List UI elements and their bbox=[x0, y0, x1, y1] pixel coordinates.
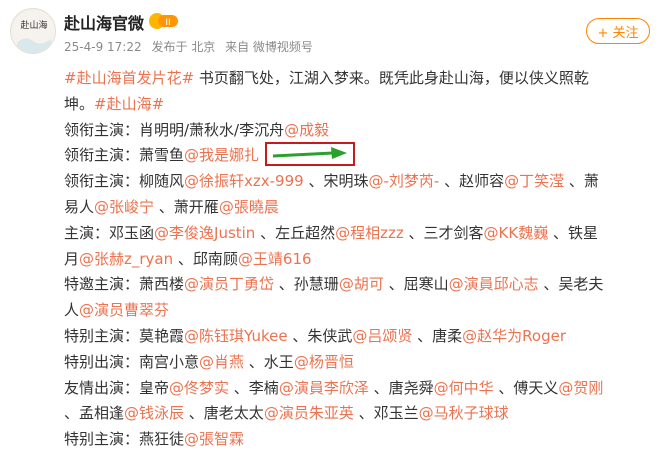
mention-link[interactable]: @何中华 bbox=[434, 379, 494, 397]
mention-link[interactable]: @张峻宁 bbox=[94, 198, 154, 216]
green-arrow-icon bbox=[272, 146, 348, 159]
mention-link[interactable]: @KK魏巍 bbox=[484, 224, 549, 242]
mention-link[interactable]: @钱泳辰 bbox=[124, 404, 184, 422]
mention-link[interactable]: @演员丁勇岱 bbox=[184, 275, 274, 293]
mention-link[interactable]: @佟梦实 bbox=[169, 379, 229, 397]
mention-link[interactable]: @演員邱心志 bbox=[449, 275, 539, 293]
content-text: 领衔主演：萧雪鱼 bbox=[64, 146, 185, 165]
content-text: 领衔主演：肖明明/萧秋水/李沉舟 bbox=[64, 120, 285, 139]
mention-link[interactable]: @杨晋恒 bbox=[294, 353, 354, 371]
svg-text:赴山海: 赴山海 bbox=[20, 19, 47, 31]
content-text: 易人 bbox=[64, 197, 95, 216]
content-text: 、唐尧舜 bbox=[368, 378, 434, 397]
mention-link[interactable]: @我是娜扎 bbox=[184, 146, 259, 164]
mention-link[interactable]: @徐振轩xzx-999 bbox=[184, 172, 304, 190]
mention-link[interactable]: @李俊逸Justin bbox=[154, 224, 255, 242]
content-text: 、萧 bbox=[564, 172, 599, 191]
mention-link[interactable]: @-刘梦芮- bbox=[368, 172, 439, 190]
content-text: 、水王 bbox=[244, 352, 294, 371]
avatar-image: 赴山海 bbox=[12, 10, 55, 53]
avatar[interactable]: 赴山海 bbox=[10, 8, 56, 54]
content-text: 、孙慧珊 bbox=[274, 275, 339, 294]
content-text: 特别主演：莫艳霞 bbox=[64, 326, 185, 345]
highlight-box bbox=[265, 141, 356, 166]
content-text: 特别出演：南宫小意 bbox=[64, 352, 200, 371]
mention-link[interactable]: @張智霖 bbox=[184, 430, 244, 448]
post-header: 赴山海官微 II 25-4-9 17:22 发布于 北京 来自 微博视频号 + … bbox=[64, 8, 660, 58]
content-text: 、邱南顾 bbox=[173, 249, 238, 268]
mention-link[interactable]: @肖燕 bbox=[199, 353, 244, 371]
post-location: 发布于 北京 bbox=[151, 40, 216, 54]
content-text: 人 bbox=[64, 301, 80, 320]
content-line: 友情出演：皇帝@佟梦实 、李楠@演員李欣泽 、唐尧舜@何中华 、傅天义@贺刚 bbox=[64, 376, 654, 402]
content-line: 特邀主演：萧西楼@演员丁勇岱 、孙慧珊@胡可 、屈寒山@演員邱心志 、吴老夫 bbox=[64, 272, 654, 298]
content-text: 特别主演：燕狂徒 bbox=[64, 430, 185, 449]
content-text: 特邀主演：萧西楼 bbox=[64, 275, 185, 294]
content-text: 、屈寒山 bbox=[383, 275, 449, 294]
mention-link[interactable]: @演員李欣泽 bbox=[279, 379, 369, 397]
content-text: 主演：邓玉函 bbox=[64, 223, 155, 242]
post-content: #赴山海首发片花# 书页翻飞处，江湖入梦来。既凭此身赴山海，便以侠义照乾 坤。#… bbox=[64, 66, 654, 453]
vip-badge-icon: II bbox=[149, 13, 178, 29]
mention-link[interactable]: @程相zzz bbox=[335, 224, 404, 242]
mention-link[interactable]: @吕颂贤 bbox=[352, 327, 412, 345]
post-source: 来自 微博视频号 bbox=[225, 40, 313, 54]
content-line: 特别主演：莫艳霞@陈钰琪Yukee 、朱侠武@吕颂贤 、唐柔@赵华为Roger bbox=[64, 324, 654, 350]
mention-link[interactable]: @赵华为Roger bbox=[462, 327, 566, 345]
content-line: 领衔主演：肖明明/萧秋水/李沉舟@成毅 bbox=[64, 118, 654, 144]
mention-link[interactable]: @陈钰琪Yukee bbox=[184, 327, 288, 345]
svg-text:II: II bbox=[165, 18, 170, 28]
content-text: 月 bbox=[64, 249, 80, 268]
mention-link[interactable]: @胡可 bbox=[339, 275, 384, 293]
content-text: 友情出演：皇帝 bbox=[64, 378, 170, 397]
content-text: 、邓玉兰 bbox=[353, 404, 419, 423]
content-text: 书页翻飞处，江湖入梦来。既凭此身赴山海，便以侠义照乾 bbox=[194, 69, 589, 87]
content-text: 、左丘超然 bbox=[255, 223, 336, 242]
mention-link[interactable]: @演员朱亚英 bbox=[264, 404, 354, 422]
content-line: 易人@张峻宁 、萧开雁@張曉晨 bbox=[64, 195, 654, 221]
post-meta: 25-4-9 17:22 发布于 北京 来自 微博视频号 bbox=[64, 38, 313, 55]
content-text: 、唐柔 bbox=[412, 326, 463, 345]
content-text: 、李楠 bbox=[229, 378, 279, 397]
content-line: 领衔主演：萧雪鱼@我是娜扎 bbox=[64, 141, 654, 169]
mention-link[interactable]: @王靖616 bbox=[238, 250, 312, 268]
content-line: 月@张赫z_ryan 、邱南顾@王靖616 bbox=[64, 247, 654, 273]
mention-link[interactable]: @丁笑滢 bbox=[504, 172, 564, 190]
author-name[interactable]: 赴山海官微 bbox=[64, 10, 144, 34]
content-text: 、唐老太太 bbox=[184, 404, 264, 423]
mention-link[interactable]: @演员曹翠芬 bbox=[79, 301, 169, 319]
content-line: 特别出演：南宫小意@肖燕 、水王@杨晋恒 bbox=[64, 350, 654, 376]
mention-link[interactable]: @张赫z_ryan bbox=[79, 250, 173, 268]
content-line: #赴山海首发片花# 书页翻飞处，江湖入梦来。既凭此身赴山海，便以侠义照乾 bbox=[64, 66, 654, 92]
content-text: 、孟相逢 bbox=[64, 404, 125, 423]
content-text: 坤。 bbox=[64, 94, 95, 113]
content-text: 、三才剑客 bbox=[403, 223, 484, 242]
content-line: 、孟相逢@钱泳辰 、唐老太太@演员朱亚英 、邓玉兰@马秋子球球 bbox=[64, 401, 654, 427]
content-text: 、朱侠武 bbox=[287, 326, 353, 345]
mention-link[interactable]: @張曉晨 bbox=[219, 198, 279, 216]
content-text: 、萧开雁 bbox=[154, 197, 219, 216]
content-text: 、宋明珠 bbox=[303, 172, 369, 191]
content-text: 、赵师容 bbox=[439, 172, 505, 191]
content-line: 坤。#赴山海# bbox=[64, 92, 654, 118]
post-date[interactable]: 25-4-9 17:22 bbox=[64, 40, 142, 54]
hashtag-link[interactable]: #赴山海# bbox=[94, 95, 164, 113]
follow-button[interactable]: + 关注 bbox=[586, 18, 650, 44]
content-line: 人@演员曹翠芬 bbox=[64, 298, 654, 324]
mention-link[interactable]: @成毅 bbox=[284, 121, 329, 139]
content-line: 主演：邓玉函@李俊逸Justin 、左丘超然@程相zzz 、三才剑客@KK魏巍 … bbox=[64, 221, 654, 247]
hashtag-link[interactable]: #赴山海首发片花# bbox=[64, 69, 194, 87]
content-text: 、傅天义 bbox=[493, 378, 559, 397]
content-line: 领衔主演：柳随风@徐振轩xzx-999 、宋明珠@-刘梦芮- 、赵师容@丁笑滢 … bbox=[64, 169, 654, 195]
content-text: 、铁星 bbox=[548, 223, 598, 242]
content-text: 领衔主演：柳随风 bbox=[64, 172, 185, 191]
mention-link[interactable]: @马秋子球球 bbox=[419, 404, 509, 422]
content-line: 特别主演：燕狂徒@張智霖 bbox=[64, 427, 654, 453]
mention-link[interactable]: @贺刚 bbox=[558, 379, 603, 397]
content-text: 、吴老夫 bbox=[538, 275, 604, 294]
